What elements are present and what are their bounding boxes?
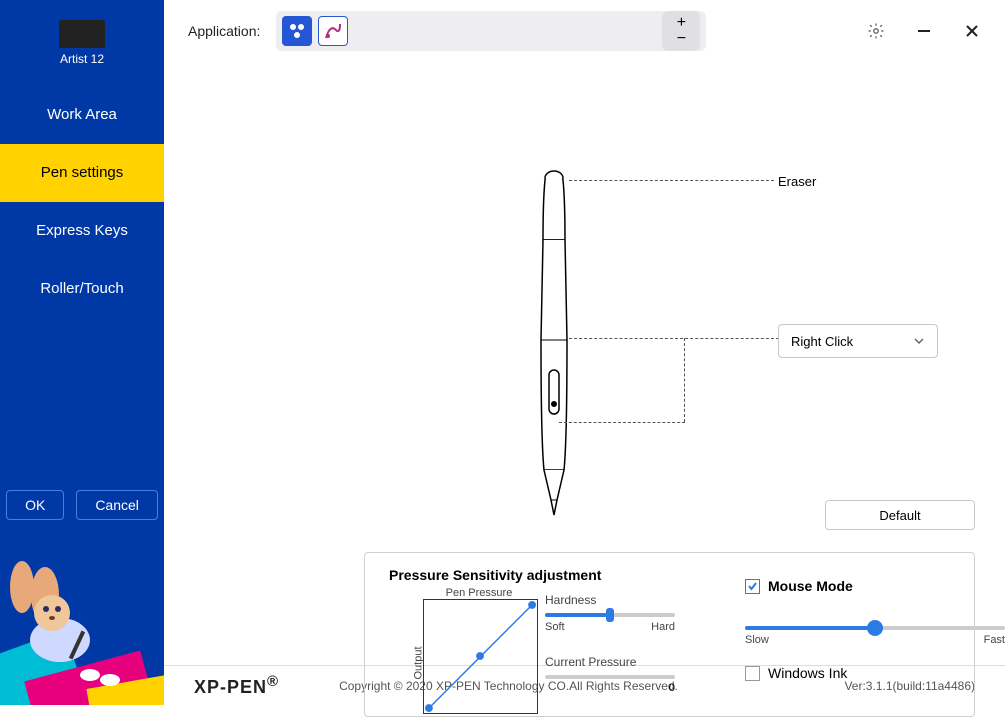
- curve-caption: Pen Pressure: [419, 587, 539, 599]
- mouse-fast: Fast: [984, 634, 1005, 646]
- button-connector-v: [684, 338, 685, 422]
- brand-logo: XP-PEN®: [194, 673, 279, 698]
- application-strip: + −: [276, 11, 706, 51]
- current-pressure-value: 0: [545, 682, 675, 694]
- windows-ink-label: Windows Ink: [768, 665, 847, 681]
- pressure-curve[interactable]: Output: [423, 599, 538, 714]
- chevron-down-icon: [913, 335, 925, 347]
- current-pressure-bar: [545, 675, 675, 679]
- pen-button-value: Right Click: [791, 334, 853, 349]
- eraser-label: Eraser: [778, 174, 816, 189]
- output-label: Output: [413, 646, 425, 679]
- close-icon[interactable]: [963, 22, 981, 40]
- topbar: Application: + −: [164, 0, 1005, 62]
- button-connector-h: [569, 338, 779, 339]
- windows-ink-checkbox[interactable]: [745, 666, 760, 681]
- hardness-soft: Soft: [545, 621, 565, 633]
- ok-button[interactable]: OK: [6, 490, 64, 520]
- application-label: Application:: [188, 23, 260, 39]
- settings-icon[interactable]: [867, 22, 885, 40]
- eraser-connector: [569, 180, 774, 181]
- nav-work-area[interactable]: Work Area: [0, 86, 164, 144]
- minus-icon: −: [677, 31, 686, 47]
- minimize-icon[interactable]: [915, 22, 933, 40]
- default-button[interactable]: Default: [825, 500, 975, 530]
- nav-pen-settings[interactable]: Pen settings: [0, 144, 164, 202]
- main-area: Application: + −: [164, 0, 1005, 705]
- plus-icon: +: [677, 15, 686, 31]
- pen-button-dropdown[interactable]: Right Click: [778, 324, 938, 358]
- hardness-block: Hardness Soft Hard: [545, 593, 675, 633]
- content: Eraser Right Click Default Pressure Sens…: [164, 62, 1005, 665]
- mouse-mode-checkbox[interactable]: [745, 579, 760, 594]
- button-connector-h2: [559, 422, 685, 423]
- mascot-image: [0, 525, 164, 705]
- app-tile-app1[interactable]: [318, 16, 348, 46]
- cancel-button[interactable]: Cancel: [76, 490, 158, 520]
- app-tile-default[interactable]: [282, 16, 312, 46]
- hardness-hard: Hard: [651, 621, 675, 633]
- sidebar: Artist 12 Work Area Pen settings Express…: [0, 0, 164, 705]
- mouse-slow: Slow: [745, 634, 769, 646]
- current-pressure-label: Current Pressure: [545, 655, 675, 669]
- app-add-remove[interactable]: + −: [662, 11, 700, 51]
- mouse-mode-label: Mouse Mode: [768, 578, 853, 594]
- pen-illustration: [529, 170, 579, 525]
- check-icon: [747, 581, 758, 592]
- device-icon: [59, 20, 105, 48]
- hardness-slider[interactable]: [545, 613, 675, 617]
- pressure-panel: Pressure Sensitivity adjustment Pen Pres…: [364, 552, 975, 717]
- hardness-label: Hardness: [545, 593, 675, 607]
- mouse-speed-slider[interactable]: [745, 626, 1005, 630]
- nav-express-keys[interactable]: Express Keys: [0, 202, 164, 260]
- device-name: Artist 12: [0, 52, 164, 66]
- current-pressure-block: Current Pressure 0: [545, 655, 675, 694]
- nav-roller-touch[interactable]: Roller/Touch: [0, 260, 164, 318]
